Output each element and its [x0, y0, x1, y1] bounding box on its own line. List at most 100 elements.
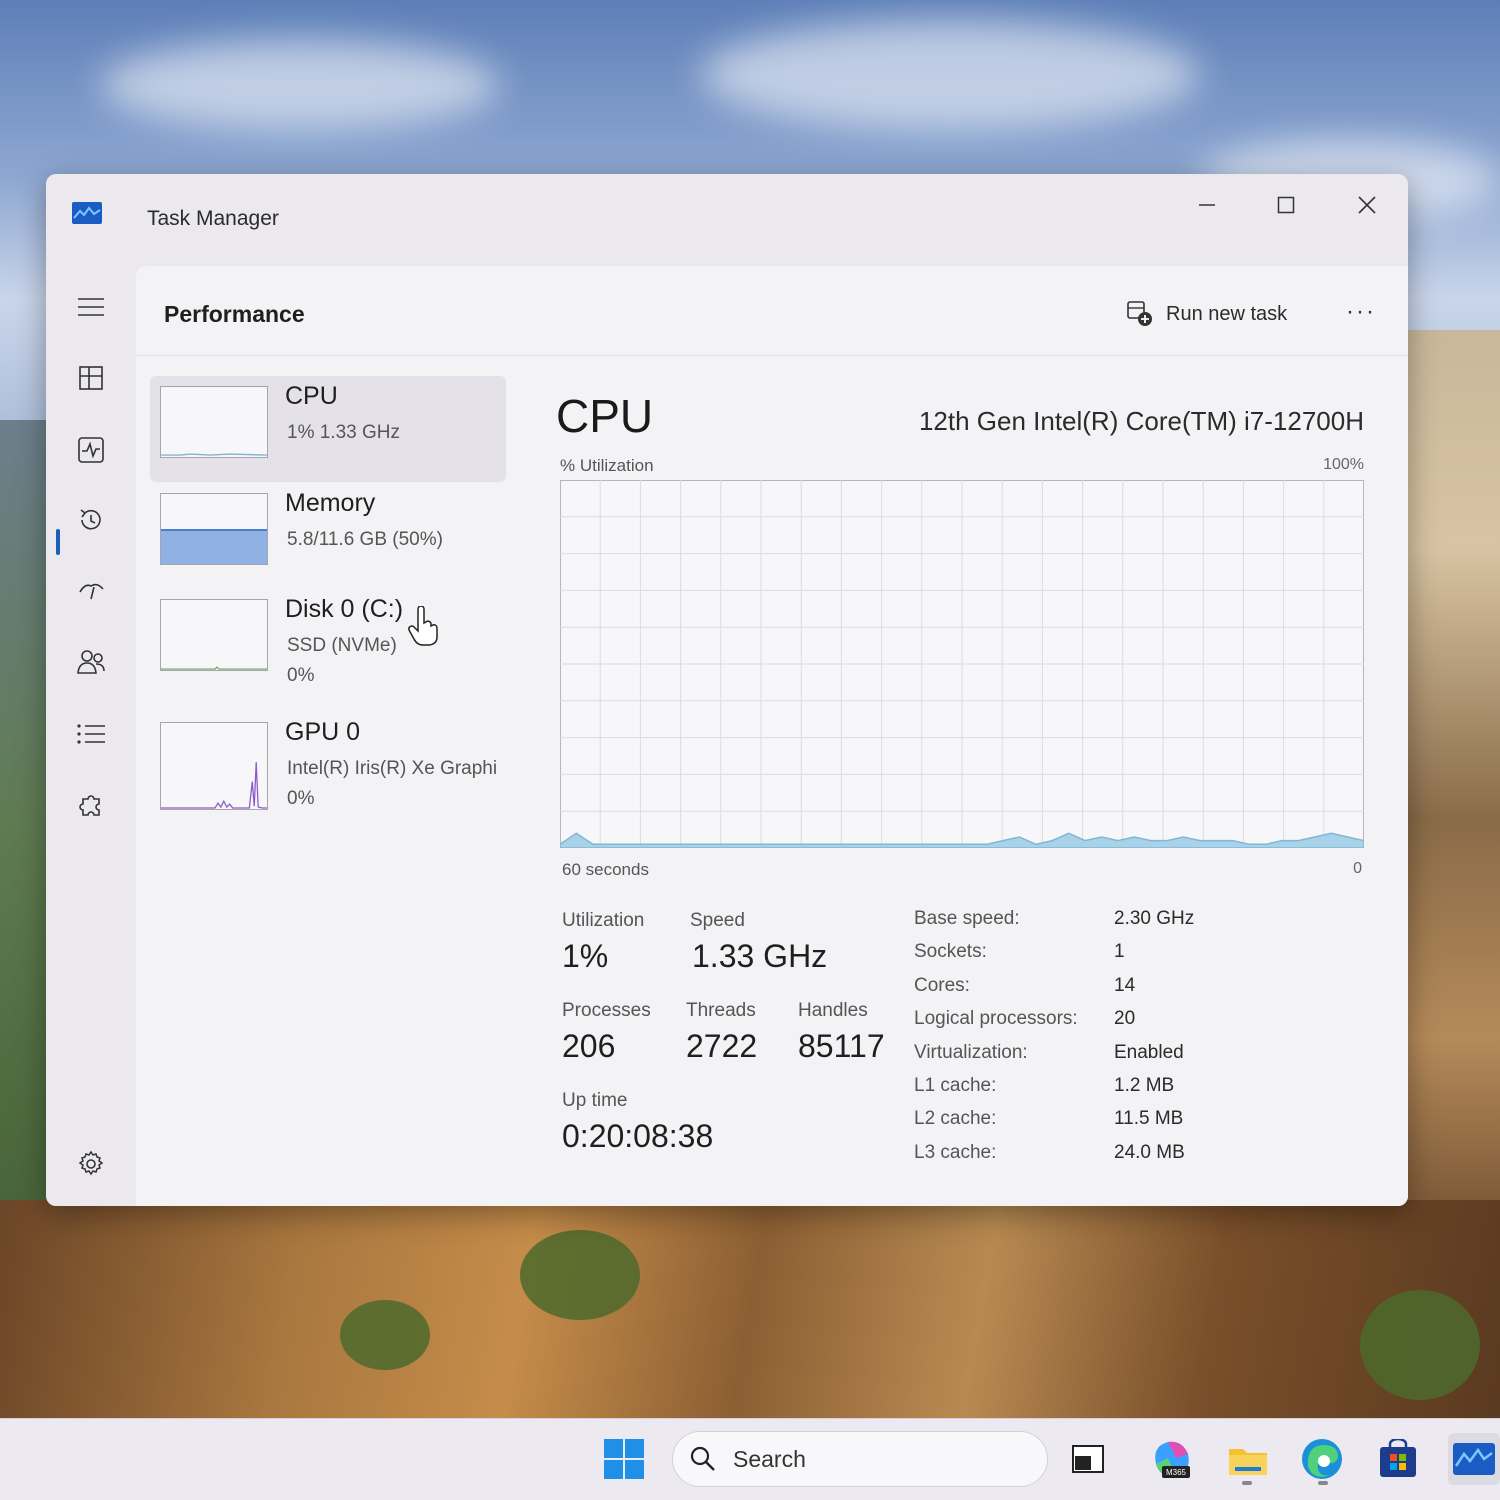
disk-thumbnail-graph [160, 599, 268, 671]
spec-value: 2.30 GHz [1114, 908, 1195, 929]
device-usage: 0% [287, 665, 315, 686]
device-name: CPU [285, 382, 338, 410]
time-axis-start-label: 60 seconds [562, 860, 649, 879]
utilization-label: Utilization [562, 910, 645, 931]
spec-label: L3 cache: [914, 1141, 997, 1163]
hamburger-menu-button[interactable] [66, 282, 116, 332]
performance-page: Performance Run new task ··· CPU 1% 1.33… [136, 266, 1408, 1206]
details-list-icon [77, 724, 105, 744]
more-options-button[interactable]: ··· [1336, 294, 1386, 330]
threads-value: 2722 [686, 1028, 758, 1064]
windows-start-icon [604, 1439, 644, 1479]
bush [1360, 1290, 1480, 1400]
spec-label: Logical processors: [914, 1008, 1078, 1030]
speed-value: 1.33 GHz [692, 938, 828, 974]
nav-details[interactable] [66, 709, 116, 759]
bush [340, 1300, 430, 1370]
cloud [100, 40, 500, 130]
utilization-value: 1% [562, 938, 609, 974]
microsoft-store-button[interactable] [1372, 1433, 1424, 1485]
title-bar[interactable]: Task Manager [46, 174, 1408, 266]
device-gpu-0[interactable]: GPU 0 Intel(R) Iris(R) Xe Graphi 0% [150, 712, 506, 818]
spec-value: 1.2 MB [1114, 1075, 1175, 1096]
nav-processes[interactable] [66, 353, 116, 403]
spec-label: Virtualization: [914, 1041, 1028, 1063]
memory-thumbnail-graph [160, 493, 268, 565]
widgets-icon [1072, 1445, 1104, 1473]
device-subtitle: SSD (NVMe) [287, 635, 397, 656]
taskbar: Search M365 [0, 1418, 1500, 1500]
device-memory[interactable]: Memory 5.8/11.6 GB (50%) [150, 483, 506, 589]
device-subtitle: Intel(R) Iris(R) Xe Graphi [287, 758, 498, 779]
m365-label: M365 [1166, 1468, 1187, 1477]
cloud [700, 20, 1200, 130]
close-icon [1358, 196, 1376, 214]
handles-label: Handles [798, 1000, 868, 1021]
cpu-thumbnail-graph [160, 386, 268, 458]
file-explorer-button[interactable] [1222, 1433, 1274, 1485]
edge-icon [1302, 1439, 1342, 1479]
handles-value: 85117 [798, 1028, 885, 1064]
nav-app-history[interactable] [66, 495, 116, 545]
cpu-utilization-graph [560, 480, 1364, 848]
device-subtitle: 5.8/11.6 GB (50%) [287, 529, 443, 550]
run-task-icon [1127, 301, 1152, 326]
performance-icon [78, 437, 104, 463]
spec-label: Cores: [914, 974, 970, 996]
gpu-thumbnail-graph [160, 722, 268, 810]
page-title: Performance [164, 301, 305, 327]
spec-label: Sockets: [914, 941, 987, 963]
run-new-task-button[interactable]: Run new task [1126, 296, 1287, 332]
running-indicator [1318, 1481, 1328, 1485]
run-new-task-label: Run new task [1166, 302, 1288, 325]
users-icon [77, 650, 105, 674]
task-manager-icon [72, 202, 102, 224]
device-cpu[interactable]: CPU 1% 1.33 GHz [150, 376, 506, 482]
start-button[interactable] [598, 1433, 650, 1485]
spec-value: 24.0 MB [1114, 1141, 1185, 1163]
close-button[interactable] [1342, 188, 1392, 222]
hand-cursor-icon [408, 606, 438, 646]
bush [520, 1230, 640, 1320]
search-placeholder: Search [733, 1445, 806, 1472]
spec-value: 20 [1114, 1008, 1136, 1030]
processes-icon [79, 366, 103, 390]
nav-rail [46, 266, 136, 1206]
utilization-max-label: 100% [1323, 456, 1364, 473]
m365-copilot-button[interactable]: M365 [1145, 1433, 1197, 1485]
history-icon [80, 509, 101, 530]
nav-startup-apps[interactable] [66, 566, 116, 616]
minimize-button[interactable] [1182, 188, 1232, 222]
page-header: Performance Run new task ··· [136, 266, 1408, 356]
nav-performance[interactable] [66, 425, 116, 475]
hamburger-icon [78, 298, 104, 316]
device-usage: 0% [287, 788, 315, 809]
processes-value: 206 [562, 1028, 616, 1064]
spec-value: 1 [1114, 941, 1125, 963]
task-manager-window: Task Manager Performance Run new task ··… [46, 174, 1408, 1206]
threads-label: Threads [686, 1000, 756, 1021]
maximize-button[interactable] [1261, 188, 1311, 222]
taskbar-search-box[interactable]: Search [672, 1431, 1048, 1487]
memory-usage-fill [161, 529, 267, 564]
m365-copilot-icon: M365 [1155, 1441, 1190, 1478]
task-manager-taskbar-button[interactable] [1448, 1433, 1500, 1485]
cpu-model-name: 12th Gen Intel(R) Core(TM) i7-12700H [918, 406, 1364, 436]
nav-services[interactable] [66, 780, 116, 830]
uptime-label: Up time [562, 1090, 628, 1111]
uptime-value: 0:20:08:38 [562, 1118, 714, 1154]
spec-value: Enabled [1114, 1041, 1184, 1063]
running-indicator [1242, 1481, 1252, 1485]
file-explorer-icon [1229, 1449, 1267, 1475]
nav-users[interactable] [66, 637, 116, 687]
graph-gridlines [560, 480, 1364, 848]
device-disk-0[interactable]: Disk 0 (C:) SSD (NVMe) 0% [150, 589, 506, 695]
widgets-button[interactable] [1062, 1433, 1114, 1485]
services-puzzle-icon [79, 795, 100, 816]
speed-label: Speed [690, 910, 745, 931]
gear-icon [78, 1150, 104, 1176]
nav-settings[interactable] [66, 1139, 116, 1189]
edge-button[interactable] [1296, 1433, 1348, 1485]
nav-selected-indicator [56, 529, 60, 555]
spec-label: L2 cache: [914, 1108, 997, 1130]
